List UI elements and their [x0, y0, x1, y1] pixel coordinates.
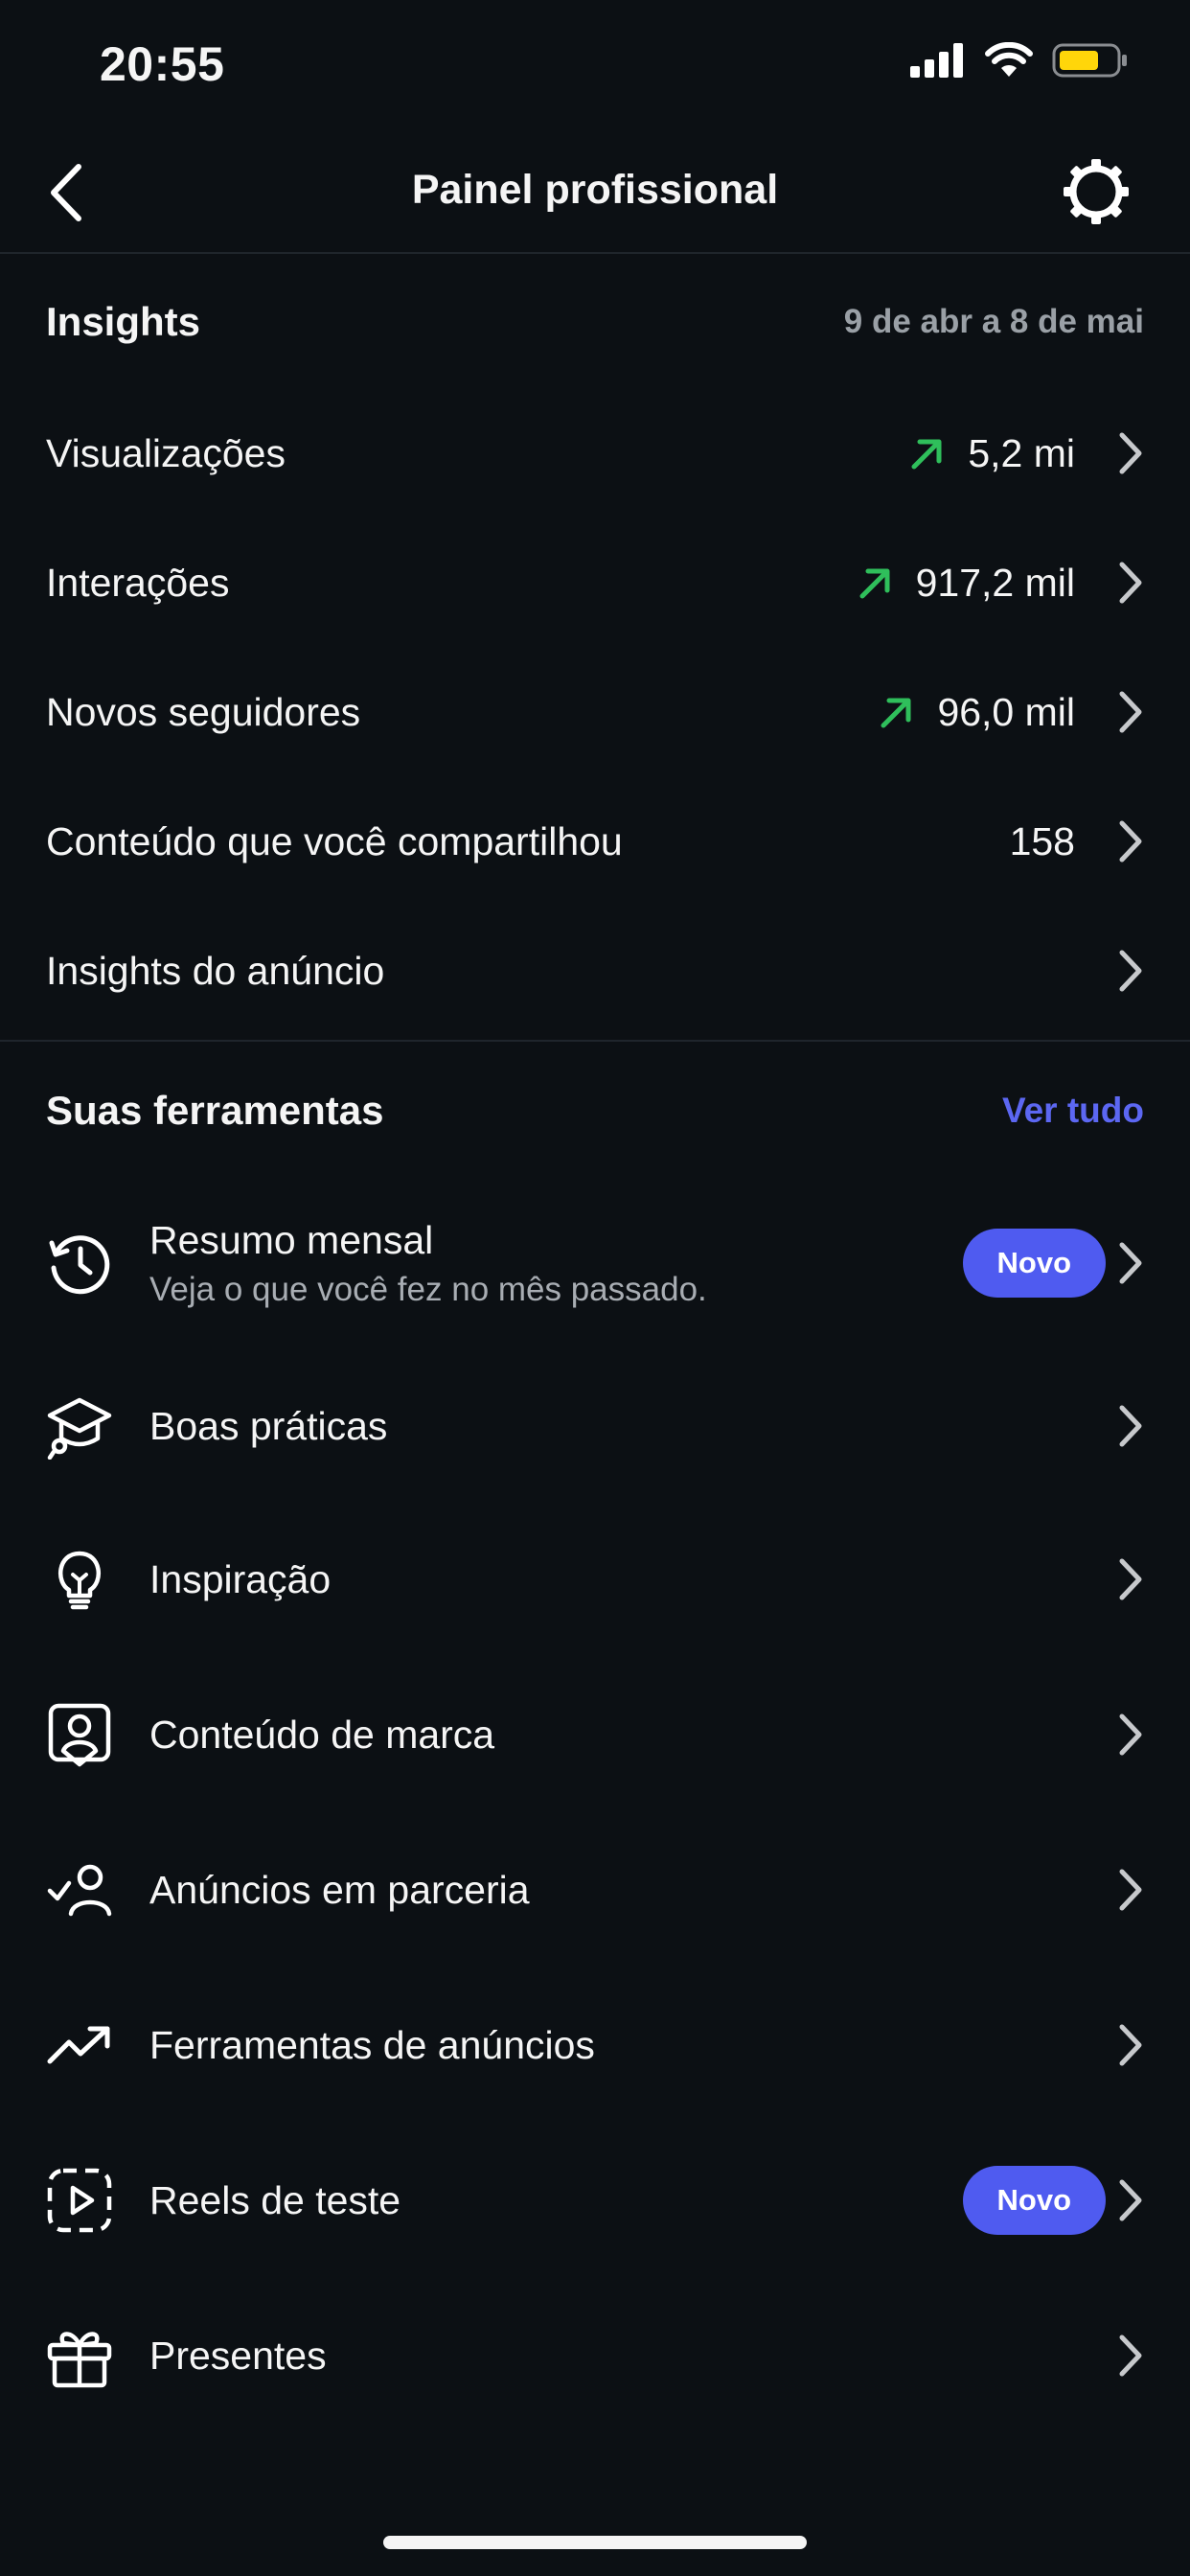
- insight-label: Conteúdo que você compartilhou: [46, 818, 623, 863]
- chevron-right-icon: [1119, 691, 1142, 733]
- tool-label: Anúncios em parceria: [149, 1867, 530, 1912]
- nav-bar: Painel profissional: [0, 134, 1190, 253]
- trend-up-arrow-icon: [911, 439, 942, 470]
- chevron-right-icon: [1119, 2179, 1142, 2221]
- graduation-cap-icon: [47, 1397, 112, 1460]
- insight-row-new-followers[interactable]: Novos seguidores 96,0 mil: [46, 659, 1144, 765]
- cellular-signal-icon: [910, 43, 963, 78]
- insight-label: Visualizações: [46, 430, 286, 475]
- chevron-right-icon: [1119, 1405, 1142, 1447]
- insights-title: Insights: [46, 299, 201, 344]
- tool-item-branded-content[interactable]: Conteúdo de marca: [46, 1668, 1144, 1802]
- chevron-right-icon: [1119, 1714, 1142, 1756]
- tool-item-gifts[interactable]: Presentes: [46, 2288, 1144, 2423]
- tool-label: Presentes: [149, 2333, 327, 2378]
- insight-label: Insights do anúncio: [46, 948, 385, 993]
- date-range[interactable]: 9 de abr a 8 de mai: [844, 303, 1144, 341]
- section-divider: [0, 1040, 1190, 1042]
- trend-up-arrow-icon: [881, 698, 911, 728]
- insight-label: Novos seguidores: [46, 689, 361, 734]
- history-icon: [49, 1235, 110, 1295]
- status-bar: 20:55: [0, 0, 1190, 134]
- chevron-right-icon: [1119, 2334, 1142, 2377]
- insight-value: 158: [1009, 818, 1075, 863]
- insight-label: Interações: [46, 560, 230, 605]
- tool-item-partnership-ads[interactable]: Anúncios em parceria: [46, 1823, 1144, 1957]
- chevron-right-icon: [1119, 562, 1142, 604]
- tool-label: Inspiração: [149, 1556, 332, 1601]
- trending-up-icon: [47, 2026, 110, 2064]
- tool-item-trial-reels[interactable]: Reels de teste Novo: [46, 2133, 1144, 2267]
- insight-row-content-shared[interactable]: Conteúdo que você compartilhou 158: [46, 789, 1144, 894]
- tool-label: Boas práticas: [149, 1403, 388, 1448]
- insight-row-ad-insights[interactable]: Insights do anúncio: [46, 918, 1144, 1024]
- chevron-right-icon: [1119, 2024, 1142, 2066]
- partner-check-icon: [47, 1864, 112, 1917]
- branded-content-icon: [48, 1703, 111, 1767]
- chevron-right-icon: [1119, 950, 1142, 992]
- tool-label: Resumo mensal: [149, 1217, 434, 1262]
- tool-label: Reels de teste: [149, 2177, 401, 2222]
- chevron-right-icon: [1119, 1558, 1142, 1600]
- chevron-right-icon: [1119, 1869, 1142, 1911]
- gift-icon: [47, 2332, 112, 2388]
- insight-value: 917,2 mil: [915, 560, 1075, 605]
- status-icons: [910, 42, 1129, 79]
- tool-item-inspiration[interactable]: Inspiração: [46, 1512, 1144, 1646]
- insight-row-interactions[interactable]: Interações 917,2 mil: [46, 530, 1144, 635]
- tools-title: Suas ferramentas: [46, 1088, 384, 1133]
- lightbulb-icon: [58, 1551, 101, 1610]
- tool-sublabel: Veja o que você fez no mês passado.: [149, 1270, 707, 1308]
- tools-header: Suas ferramentas Ver tudo: [46, 1082, 1144, 1139]
- wifi-icon: [985, 42, 1033, 77]
- insight-row-views[interactable]: Visualizações 5,2 mi: [46, 401, 1144, 506]
- tool-item-best-practices[interactable]: Boas práticas: [46, 1359, 1144, 1493]
- see-all-link[interactable]: Ver tudo: [1002, 1091, 1144, 1131]
- reels-test-icon: [47, 2168, 112, 2233]
- home-indicator[interactable]: [383, 2536, 807, 2549]
- trend-up-arrow-icon: [859, 568, 890, 599]
- chevron-right-icon: [1119, 1242, 1142, 1284]
- new-badge: Novo: [962, 1229, 1106, 1298]
- chevron-right-icon: [1119, 820, 1142, 862]
- gear-icon: [1064, 159, 1129, 224]
- tool-item-monthly-summary[interactable]: Resumo mensal Veja o que você fez no mês…: [46, 1196, 1144, 1330]
- settings-button[interactable]: [1062, 157, 1131, 226]
- insight-value: 96,0 mil: [937, 689, 1075, 734]
- tool-label: Conteúdo de marca: [149, 1712, 495, 1757]
- header-divider: [0, 252, 1190, 254]
- page-title: Painel profissional: [411, 167, 779, 213]
- insight-value: 5,2 mi: [968, 430, 1075, 475]
- insights-header: Insights 9 de abr a 8 de mai: [46, 293, 1144, 351]
- status-time: 20:55: [100, 37, 225, 91]
- battery-icon: [1052, 43, 1127, 78]
- tool-item-ad-tools[interactable]: Ferramentas de anúncios: [46, 1978, 1144, 2112]
- chevron-right-icon: [1119, 432, 1142, 474]
- new-badge: Novo: [962, 2166, 1106, 2235]
- tool-label: Ferramentas de anúncios: [149, 2022, 595, 2067]
